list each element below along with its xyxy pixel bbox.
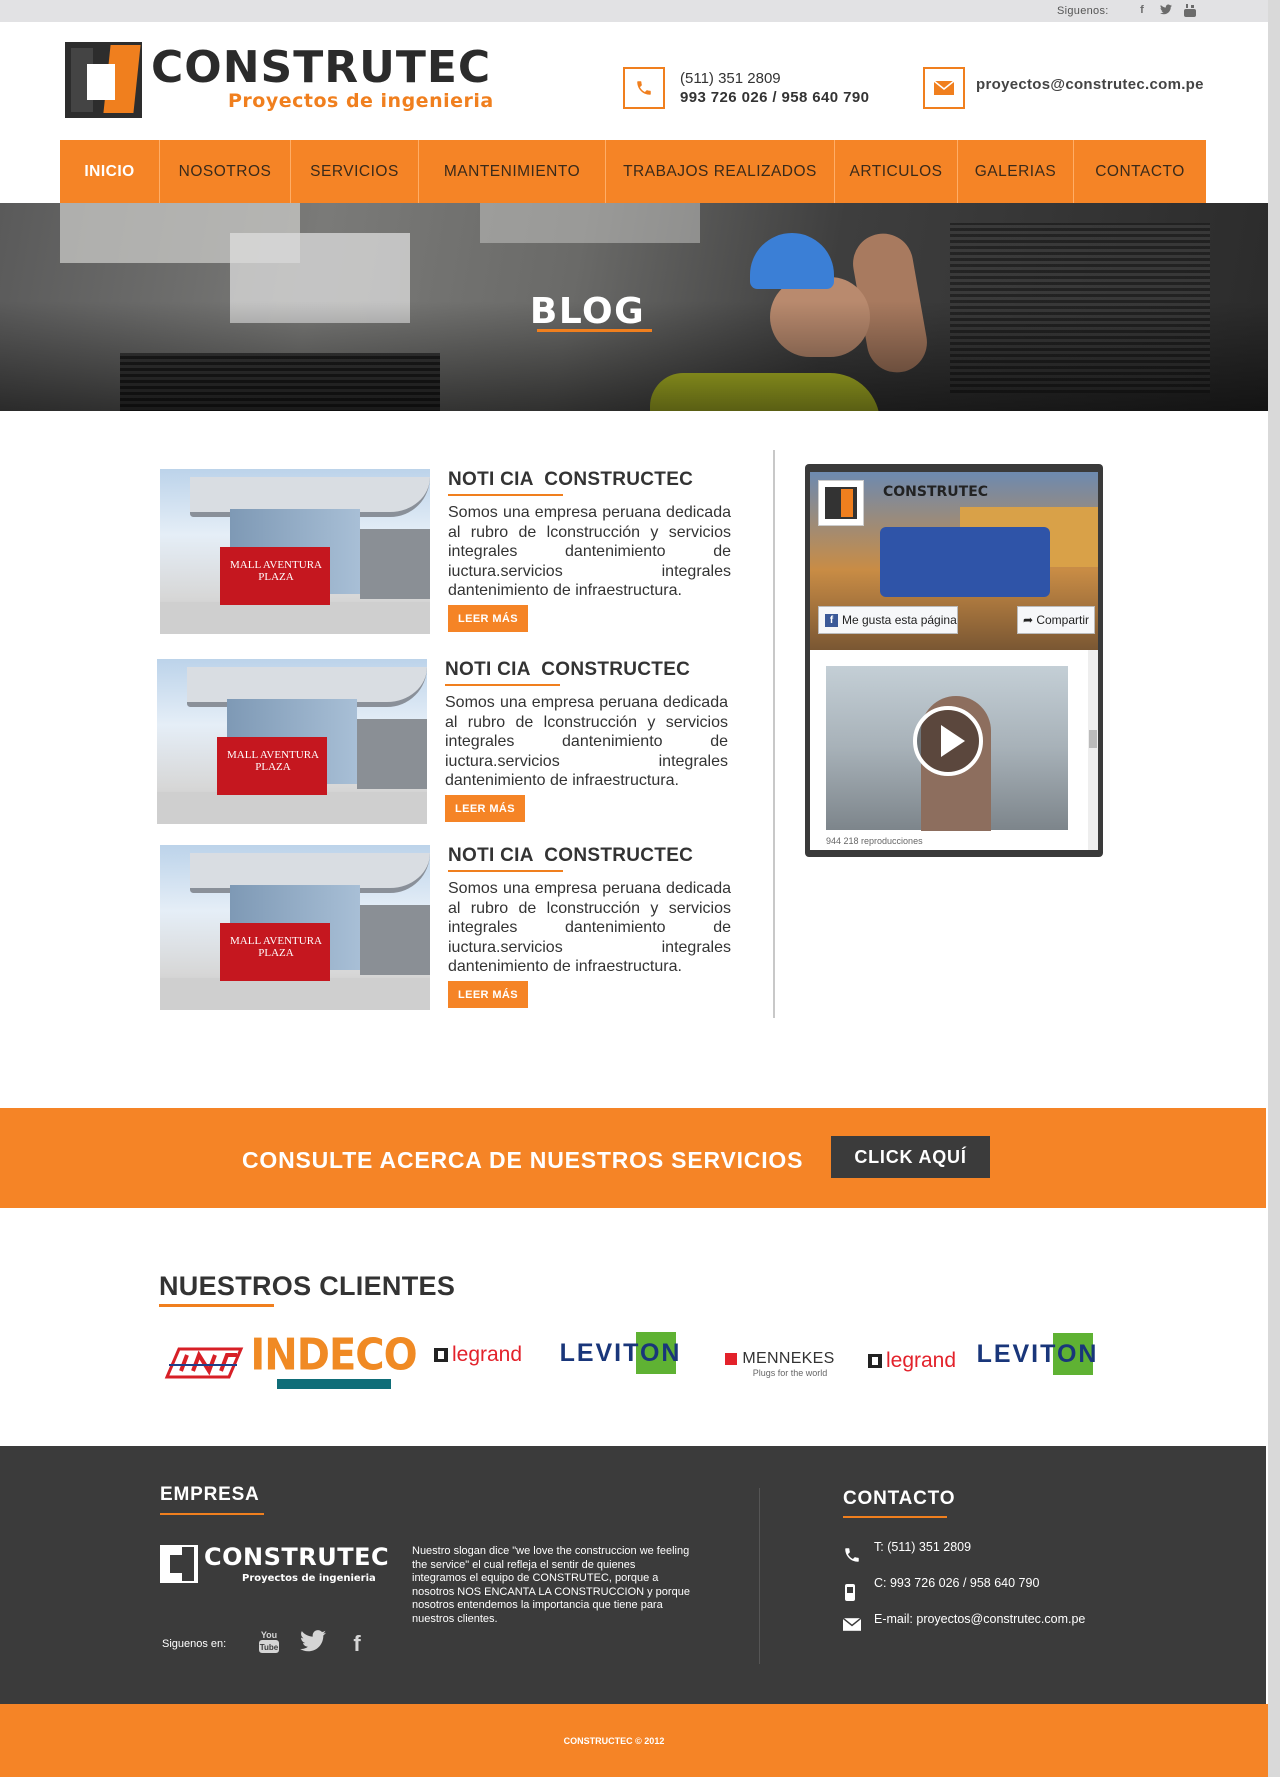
mobile-phone-icon bbox=[843, 1582, 863, 1605]
nav-item-contacto[interactable]: CONTACTO bbox=[1074, 140, 1206, 203]
footer-divider bbox=[759, 1488, 760, 1664]
post-image[interactable]: MALL AVENTURA PLAZA bbox=[160, 469, 430, 634]
facebook-icon[interactable]: f bbox=[344, 1631, 370, 1657]
client-logo-legrand: legrand bbox=[428, 1340, 528, 1370]
nav-item-mantenimiento[interactable]: MANTENIMIENTO bbox=[419, 140, 606, 203]
read-more-button[interactable]: LEER MÁS bbox=[448, 605, 528, 632]
header-cell: 993 726 026 / 958 640 790 bbox=[680, 89, 870, 106]
post-title[interactable]: NOTI CIA CONSTRUCTEC bbox=[448, 469, 693, 491]
fb-cover-image[interactable]: CONSTRUTEC f Me gusta esta página ➦ Comp… bbox=[810, 472, 1098, 650]
client-logo-ing bbox=[160, 1342, 246, 1382]
fb-share-button[interactable]: ➦ Compartir bbox=[1017, 606, 1095, 634]
main-nav: INICIO NOSOTROS SERVICIOS MANTENIMIENTO … bbox=[60, 140, 1206, 203]
fb-feed: 944 218 reproducciones bbox=[810, 650, 1098, 850]
fb-page-name[interactable]: CONSTRUTEC bbox=[883, 484, 988, 500]
play-icon[interactable] bbox=[913, 706, 983, 776]
facebook-page-widget: CONSTRUTEC f Me gusta esta página ➦ Comp… bbox=[805, 464, 1103, 857]
page-scrollbar[interactable] bbox=[1268, 0, 1280, 1777]
title-underline bbox=[445, 684, 560, 686]
consult-text: CONSULTE ACERCA DE NUESTROS SERVICIOS bbox=[242, 1147, 804, 1173]
client-logo-indeco: INDECO bbox=[250, 1331, 418, 1390]
social-icons: f bbox=[1136, 4, 1196, 17]
logo-mark bbox=[160, 1545, 198, 1583]
fb-video[interactable] bbox=[826, 666, 1068, 831]
svg-text:You: You bbox=[261, 1630, 277, 1640]
post-excerpt: Somos una empresa peruana dedicada al ru… bbox=[448, 880, 731, 975]
title-underline bbox=[448, 494, 563, 496]
facebook-icon: f bbox=[825, 613, 838, 627]
title-underline bbox=[448, 870, 563, 872]
header-email[interactable]: proyectos@construtec.com.pe bbox=[976, 76, 1204, 93]
post-image[interactable]: MALL AVENTURA PLAZA bbox=[157, 659, 427, 824]
page: Siguenos: f CONSTRUTEC Proyectos de inge… bbox=[0, 0, 1268, 1777]
nav-item-articulos[interactable]: ARTICULOS bbox=[835, 140, 958, 203]
fb-like-button[interactable]: f Me gusta esta página bbox=[818, 606, 958, 634]
mail-icon bbox=[842, 1617, 863, 1634]
copyright-bar: CONSTRUCTEC © 2012 bbox=[0, 1704, 1268, 1777]
post-title[interactable]: NOTI CIA CONSTRUCTEC bbox=[445, 659, 690, 681]
post-excerpt: Somos una empresa peruana dedicada al ru… bbox=[448, 504, 731, 599]
page-title: BLOG bbox=[529, 291, 646, 332]
title-underline bbox=[160, 1513, 264, 1515]
client-logo-leviton: LEVITON bbox=[560, 1332, 679, 1374]
title-underline bbox=[537, 329, 652, 332]
blog-post: MALL AVENTURA PLAZA NOTI CIA CONSTRUCTEC… bbox=[160, 845, 731, 1010]
fb-feed-scrollbar[interactable] bbox=[1088, 650, 1098, 850]
nav-item-inicio[interactable]: INICIO bbox=[60, 140, 160, 203]
client-logo-leviton: LEVITON bbox=[977, 1333, 1096, 1375]
post-title[interactable]: NOTI CIA CONSTRUCTEC bbox=[448, 845, 693, 867]
post-image[interactable]: MALL AVENTURA PLAZA bbox=[160, 845, 430, 1010]
site-logo[interactable]: CONSTRUTEC Proyectos de ingenieria bbox=[65, 42, 505, 120]
share-icon: ➦ bbox=[1022, 613, 1037, 627]
nav-item-nosotros[interactable]: NOSOTROS bbox=[160, 140, 291, 203]
consult-banner: CONSULTE ACERCA DE NUESTROS SERVICIOS CL… bbox=[0, 1108, 1266, 1208]
content-divider bbox=[773, 450, 775, 1018]
footer-contact-title: CONTACTO bbox=[843, 1488, 956, 1509]
logo-name: CONSTRUTEC bbox=[151, 42, 492, 93]
mail-icon bbox=[923, 67, 965, 109]
footer-slogan: Nuestro slogan dice "we love the constru… bbox=[412, 1545, 690, 1625]
header-phone: (511) 351 2809 bbox=[680, 70, 781, 87]
footer-follow-label: Siguenos en: bbox=[162, 1638, 227, 1650]
youtube-icon[interactable] bbox=[1184, 4, 1196, 17]
fb-page-avatar[interactable] bbox=[818, 480, 864, 526]
clients-title: NUESTROS CLIENTES bbox=[159, 1271, 456, 1301]
nav-item-servicios[interactable]: SERVICIOS bbox=[291, 140, 419, 203]
title-underline bbox=[843, 1516, 947, 1518]
video-views: 944 218 reproducciones bbox=[826, 836, 923, 846]
footer-empresa-title: EMPRESA bbox=[160, 1484, 260, 1505]
click-here-button[interactable]: CLICK AQUÍ bbox=[831, 1136, 990, 1178]
youtube-icon[interactable]: You Tube bbox=[256, 1628, 282, 1660]
twitter-icon[interactable] bbox=[300, 1630, 326, 1658]
nav-item-trabajos-realizados[interactable]: TRABAJOS REALIZADOS bbox=[606, 140, 835, 203]
phone-icon bbox=[843, 1546, 863, 1567]
blog-post: MALL AVENTURA PLAZA NOTI CIA CONSTRUCTEC… bbox=[160, 469, 731, 634]
read-more-button[interactable]: LEER MÁS bbox=[448, 981, 528, 1008]
client-logo-mennekes: MENNEKES Plugs for the world bbox=[720, 1344, 840, 1384]
worker-helmet bbox=[750, 233, 834, 289]
footer-logo[interactable]: CONSTRUTEC Proyectos de ingenieria bbox=[160, 1543, 389, 1587]
client-logo-legrand: legrand bbox=[860, 1346, 964, 1376]
title-underline bbox=[159, 1304, 274, 1307]
top-bar: Siguenos: f bbox=[0, 0, 1268, 22]
blog-post: MALL AVENTURA PLAZA NOTI CIA CONSTRUCTEC… bbox=[157, 659, 728, 824]
footer-social-icons: You Tube f bbox=[256, 1628, 370, 1660]
footer: EMPRESA CONSTRUTEC Proyectos de ingenier… bbox=[0, 1446, 1266, 1704]
hero-banner: BLOG bbox=[0, 203, 1268, 411]
phone-icon bbox=[623, 67, 665, 109]
nav-item-galerias[interactable]: GALERIAS bbox=[958, 140, 1074, 203]
post-excerpt: Somos una empresa peruana dedicada al ru… bbox=[445, 694, 728, 789]
logo-tagline: Proyectos de ingenieria bbox=[228, 90, 494, 112]
facebook-icon[interactable]: f bbox=[1136, 4, 1148, 17]
read-more-button[interactable]: LEER MÁS bbox=[445, 795, 525, 822]
follow-label: Siguenos: bbox=[1057, 5, 1109, 17]
logo-mark bbox=[65, 42, 142, 118]
svg-text:Tube: Tube bbox=[260, 1643, 279, 1652]
copyright-text: CONSTRUCTEC © 2012 bbox=[563, 1736, 665, 1746]
twitter-icon[interactable] bbox=[1160, 4, 1172, 17]
